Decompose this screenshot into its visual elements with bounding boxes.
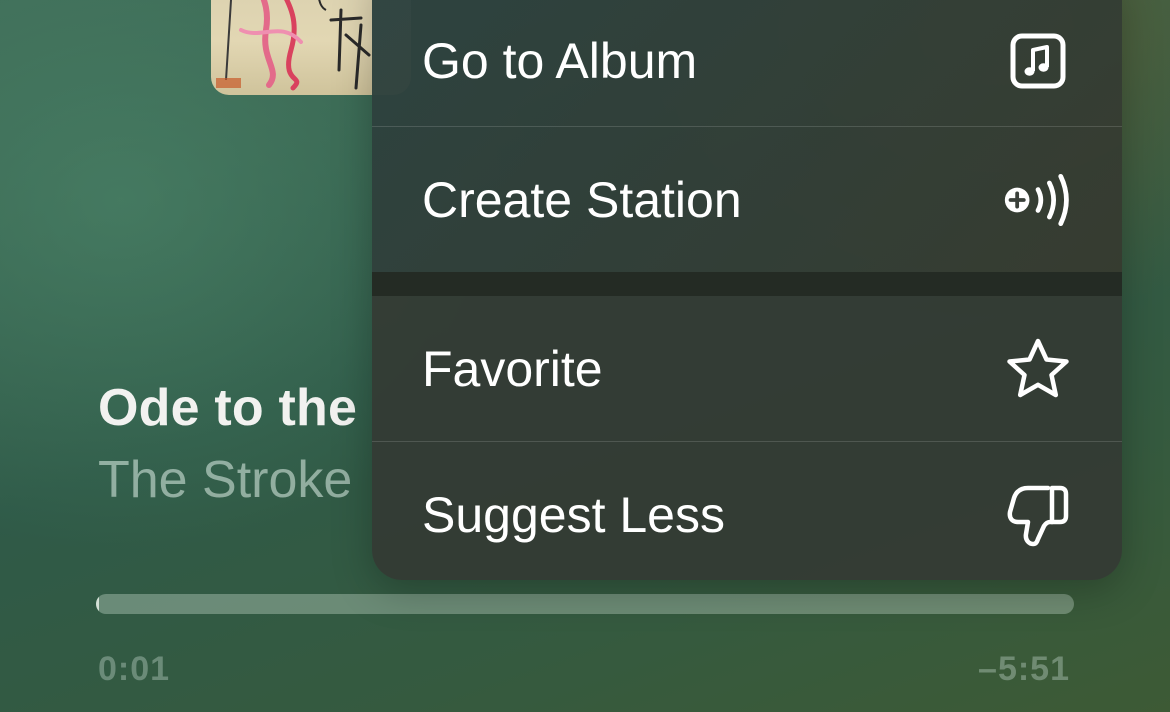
remaining-time: –5:51 xyxy=(978,650,1070,688)
menu-item-go-to-album[interactable]: Go to Album xyxy=(372,0,1122,126)
album-music-note-icon xyxy=(1002,25,1074,97)
menu-group-navigation: Go to Album Create Station xyxy=(372,0,1122,272)
song-artist[interactable]: The Stroke xyxy=(98,450,352,510)
playback-progress-fill xyxy=(96,594,99,614)
thumbs-down-icon xyxy=(1002,479,1074,551)
song-title[interactable]: Ode to the xyxy=(98,378,357,438)
menu-group-separator xyxy=(372,272,1122,296)
playback-scrubber[interactable] xyxy=(96,594,1074,614)
context-menu: Go to Album Create Station Favorite Sugg… xyxy=(372,0,1122,580)
star-icon xyxy=(1002,333,1074,405)
menu-item-favorite[interactable]: Favorite xyxy=(372,296,1122,441)
menu-item-suggest-less[interactable]: Suggest Less xyxy=(372,442,1122,580)
elapsed-time: 0:01 xyxy=(98,650,171,688)
menu-item-create-station[interactable]: Create Station xyxy=(372,127,1122,272)
station-broadcast-icon xyxy=(1002,164,1074,236)
